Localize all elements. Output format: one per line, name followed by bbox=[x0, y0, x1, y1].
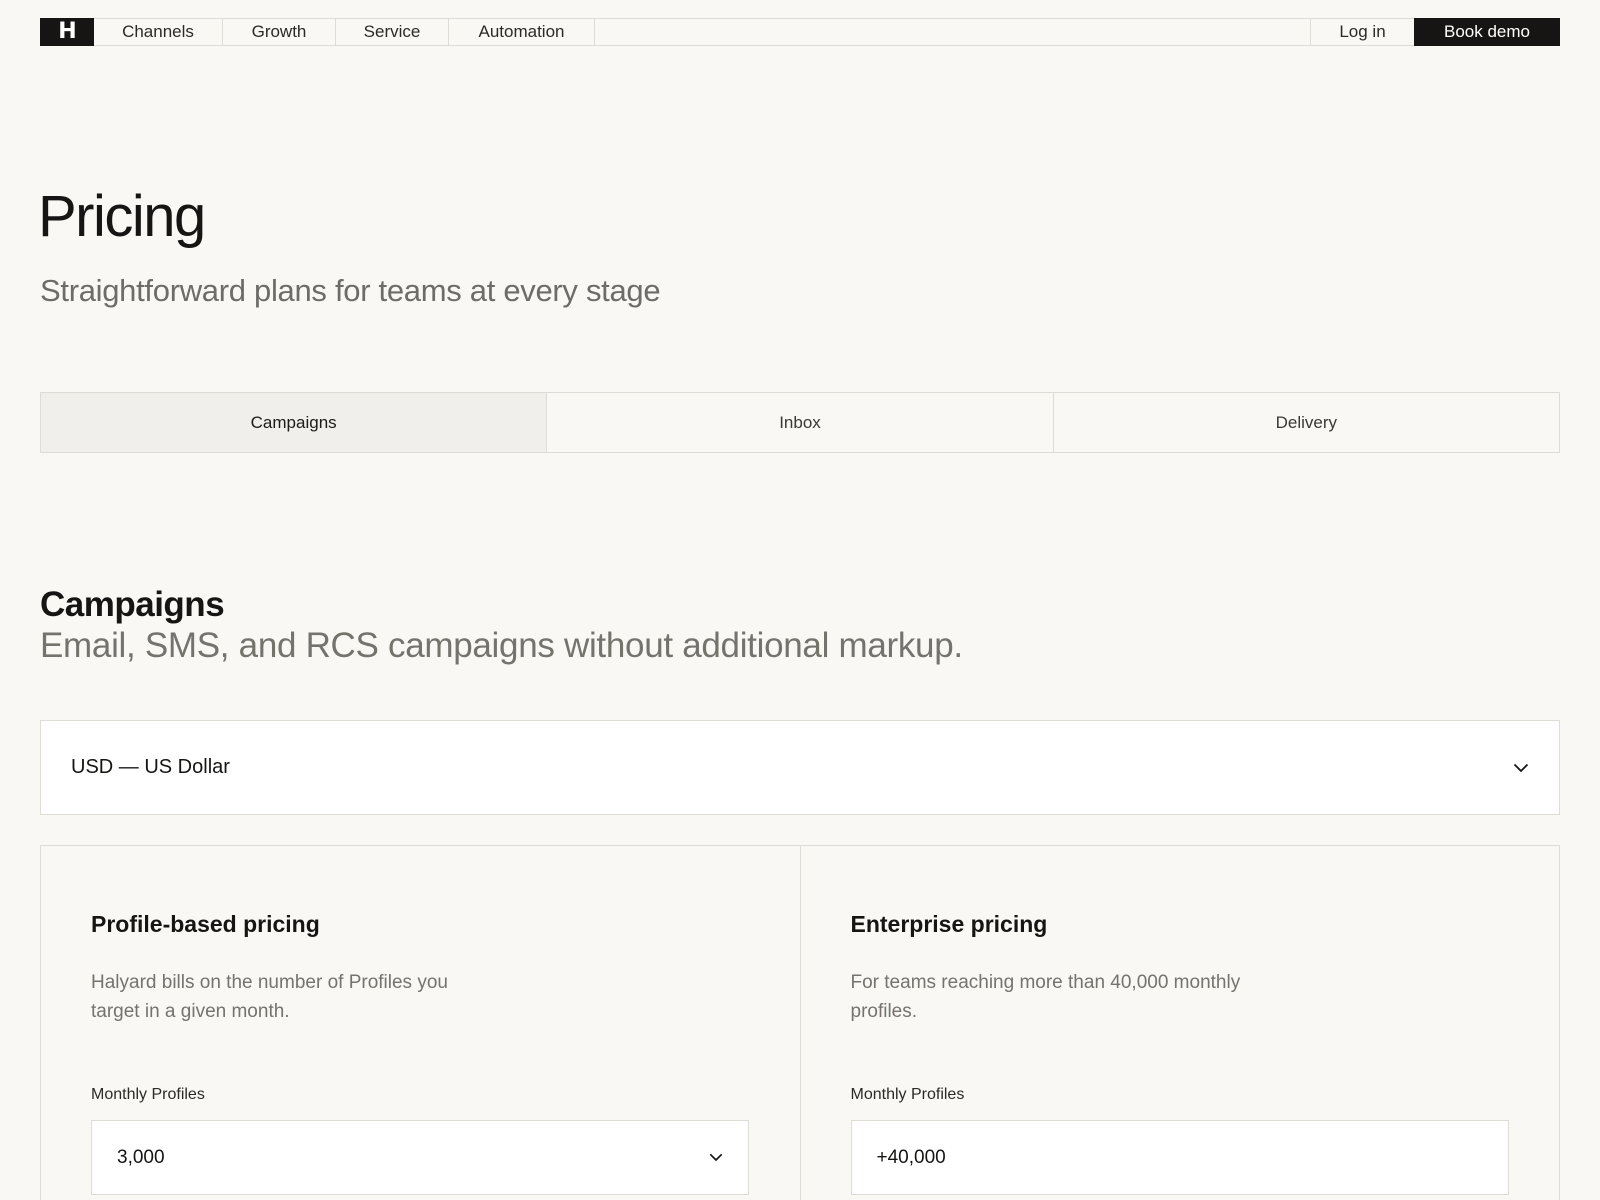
tab-delivery[interactable]: Delivery bbox=[1054, 393, 1559, 452]
nav-item-automation[interactable]: Automation bbox=[449, 19, 595, 45]
currency-select[interactable]: USD — US Dollar bbox=[40, 720, 1560, 815]
tab-inbox[interactable]: Inbox bbox=[547, 393, 1054, 452]
login-link[interactable]: Log in bbox=[1310, 19, 1414, 45]
monthly-profiles-label: Monthly Profiles bbox=[850, 1086, 965, 1103]
monthly-profiles-value: 3,000 bbox=[117, 1146, 165, 1168]
section-subtitle: Email, SMS, and RCS campaigns without ad… bbox=[40, 626, 963, 665]
nav-item-growth[interactable]: Growth bbox=[223, 19, 336, 45]
logo-mark: H bbox=[58, 19, 76, 44]
monthly-profiles-select[interactable]: 3,000 bbox=[91, 1120, 749, 1195]
monthly-profiles-value: +40,000 bbox=[876, 1146, 946, 1168]
tab-campaigns[interactable]: Campaigns bbox=[41, 393, 548, 452]
nav-item-channels[interactable]: Channels bbox=[94, 19, 223, 45]
section-title: Campaigns bbox=[40, 585, 225, 624]
pricing-page: H Channels Growth Service Automation Log… bbox=[0, 0, 1600, 1200]
product-tabs: Campaigns Inbox Delivery bbox=[40, 392, 1560, 453]
pricing-cards: Profile-based pricing Halyard bills on t… bbox=[40, 845, 1560, 1200]
card-description: For teams reaching more than 40,000 mont… bbox=[850, 972, 1241, 1022]
top-navigation: H Channels Growth Service Automation Log… bbox=[40, 18, 1560, 46]
page-subtitle: Straightforward plans for teams at every… bbox=[40, 273, 661, 308]
enterprise-pricing-card: Enterprise pricing For teams reaching mo… bbox=[801, 846, 1560, 1200]
chevron-down-icon bbox=[709, 1153, 723, 1162]
book-demo-button[interactable]: Book demo bbox=[1414, 18, 1560, 46]
monthly-profiles-label: Monthly Profiles bbox=[91, 1086, 205, 1103]
nav-item-service[interactable]: Service bbox=[336, 19, 449, 45]
page-title: Pricing bbox=[38, 184, 206, 249]
card-title: Enterprise pricing bbox=[850, 911, 1048, 937]
monthly-profiles-field[interactable]: +40,000 bbox=[850, 1120, 1509, 1195]
card-description: Halyard bills on the number of Profiles … bbox=[91, 972, 448, 1022]
profile-pricing-card: Profile-based pricing Halyard bills on t… bbox=[41, 846, 801, 1200]
currency-value: USD — US Dollar bbox=[71, 756, 230, 778]
logo[interactable]: H bbox=[40, 18, 94, 46]
chevron-down-icon bbox=[1513, 763, 1529, 773]
card-title: Profile-based pricing bbox=[91, 911, 320, 937]
